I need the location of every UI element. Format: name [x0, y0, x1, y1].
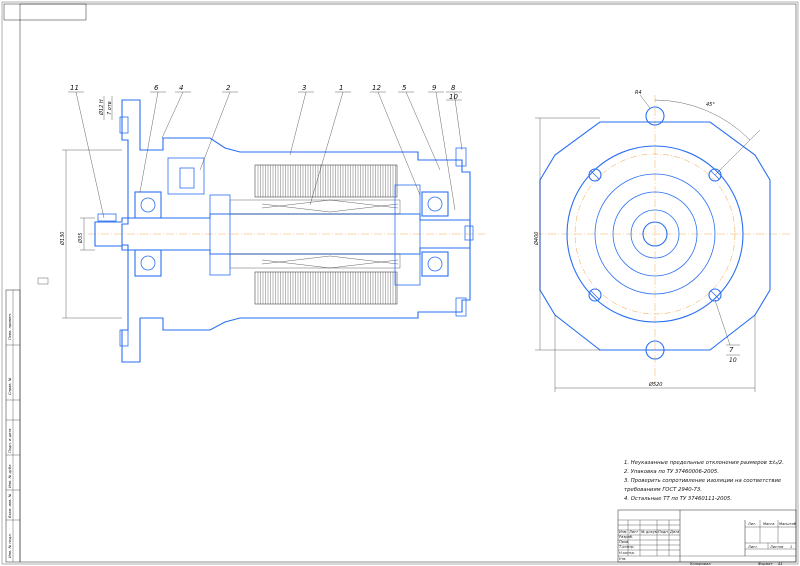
leader-9: 9	[432, 84, 437, 92]
tb-sheets-n: 1	[790, 545, 792, 549]
key	[97, 213, 117, 222]
leader-3: 3	[302, 84, 306, 92]
note-3b: требованиям ГОСТ 2940-73.	[624, 487, 702, 493]
tb-r4: Н.контр.	[619, 551, 635, 555]
dim-d-front: Ø400	[533, 232, 540, 246]
tb-format: Формат	[758, 562, 773, 566]
dim-angle: 45°	[706, 102, 715, 108]
dim-d-left2: Ø35	[77, 233, 84, 244]
leader-1: 1	[339, 84, 343, 92]
tb-r2: Пров.	[619, 540, 629, 544]
dim-hole-r: R4	[635, 90, 642, 96]
tb-mass: Масса	[763, 522, 774, 526]
tb-h2: Лист	[628, 530, 639, 534]
stator-top	[254, 164, 398, 198]
tb-h1: Изм.	[619, 530, 627, 534]
side-label-3: Инв. № дубл.	[8, 463, 12, 488]
housing-outline	[121, 99, 471, 363]
tb-h5: Дата	[669, 530, 679, 534]
motor-front-view	[535, 94, 790, 392]
side-label-2: Подп. и дата	[8, 429, 12, 453]
note-3: 3. Проверить сопротивление изоляции на с…	[624, 478, 782, 484]
stator-bottom	[254, 271, 398, 305]
side-label-4: Взам. инв. №	[8, 493, 12, 518]
note-1: 1. Неуказанные предельные отклонения раз…	[624, 460, 784, 466]
section-labels: 11 6 4 2 3 1 12 5 9 8 10	[70, 84, 458, 101]
assembly-drawing-sheet: Перв. примен. Справ. № Подп. и дата Инв.…	[1, 1, 799, 566]
note-4: 4. Остальные ТТ по ТУ 37460111-2005.	[624, 496, 732, 502]
leader-12: 12	[372, 84, 381, 92]
section-dimensions	[37, 96, 122, 319]
tb-scale: Масштаб	[779, 522, 797, 526]
dim-d-left1: Ø130	[59, 232, 66, 246]
leader-8: 8	[451, 84, 456, 92]
title-block: Изм. Лист № докум. Подп. Дата Разраб. Пр…	[617, 509, 797, 566]
rotor-bottom	[229, 253, 401, 269]
motor-section-view	[88, 99, 485, 363]
side-label-1: Справ. №	[8, 377, 12, 395]
leader-4: 4	[179, 84, 183, 92]
leader-10: 10	[449, 93, 458, 101]
side-strip: Перв. примен. Справ. № Подп. и дата Инв.…	[5, 289, 21, 563]
leader-6: 6	[154, 84, 159, 92]
tb-lit: Лит.	[747, 522, 756, 526]
leader-7: 7	[729, 346, 734, 354]
tb-copied: Копировал	[690, 562, 711, 566]
leader-7-sub: 10	[729, 357, 737, 364]
stator-hatching	[257, 165, 396, 304]
corner-stamp	[3, 3, 87, 21]
tb-h3: № докум.	[640, 530, 659, 534]
tb-r5: Утв.	[619, 557, 627, 561]
leader-11: 11	[70, 84, 79, 92]
side-label-0: Перв. примен.	[8, 313, 12, 340]
technical-notes: 1. Неуказанные предельные отклонения раз…	[624, 460, 784, 502]
rotor-top	[229, 199, 401, 215]
dim-shaft-top2: 7 отв	[107, 101, 113, 115]
note-2: 2. Упаковка по ТУ 37460006-2005.	[624, 469, 719, 475]
tb-sheet: Лист	[747, 545, 758, 549]
tb-sheets: Листов	[769, 545, 783, 549]
tb-format-v: А1	[777, 562, 783, 566]
terminal-box	[167, 157, 205, 195]
tb-h4: Подп.	[658, 530, 669, 534]
tb-r1: Разраб.	[619, 535, 633, 539]
leader-5: 5	[402, 84, 407, 92]
tb-r3: Т.контр.	[619, 545, 635, 549]
leader-2: 2	[226, 84, 231, 92]
section-leaders	[68, 91, 463, 219]
dim-shaft-top1: Ø12 Н	[98, 99, 105, 116]
dim-w-front: Ø520	[648, 381, 662, 388]
side-label-6: Инв. № подл.	[8, 533, 12, 558]
